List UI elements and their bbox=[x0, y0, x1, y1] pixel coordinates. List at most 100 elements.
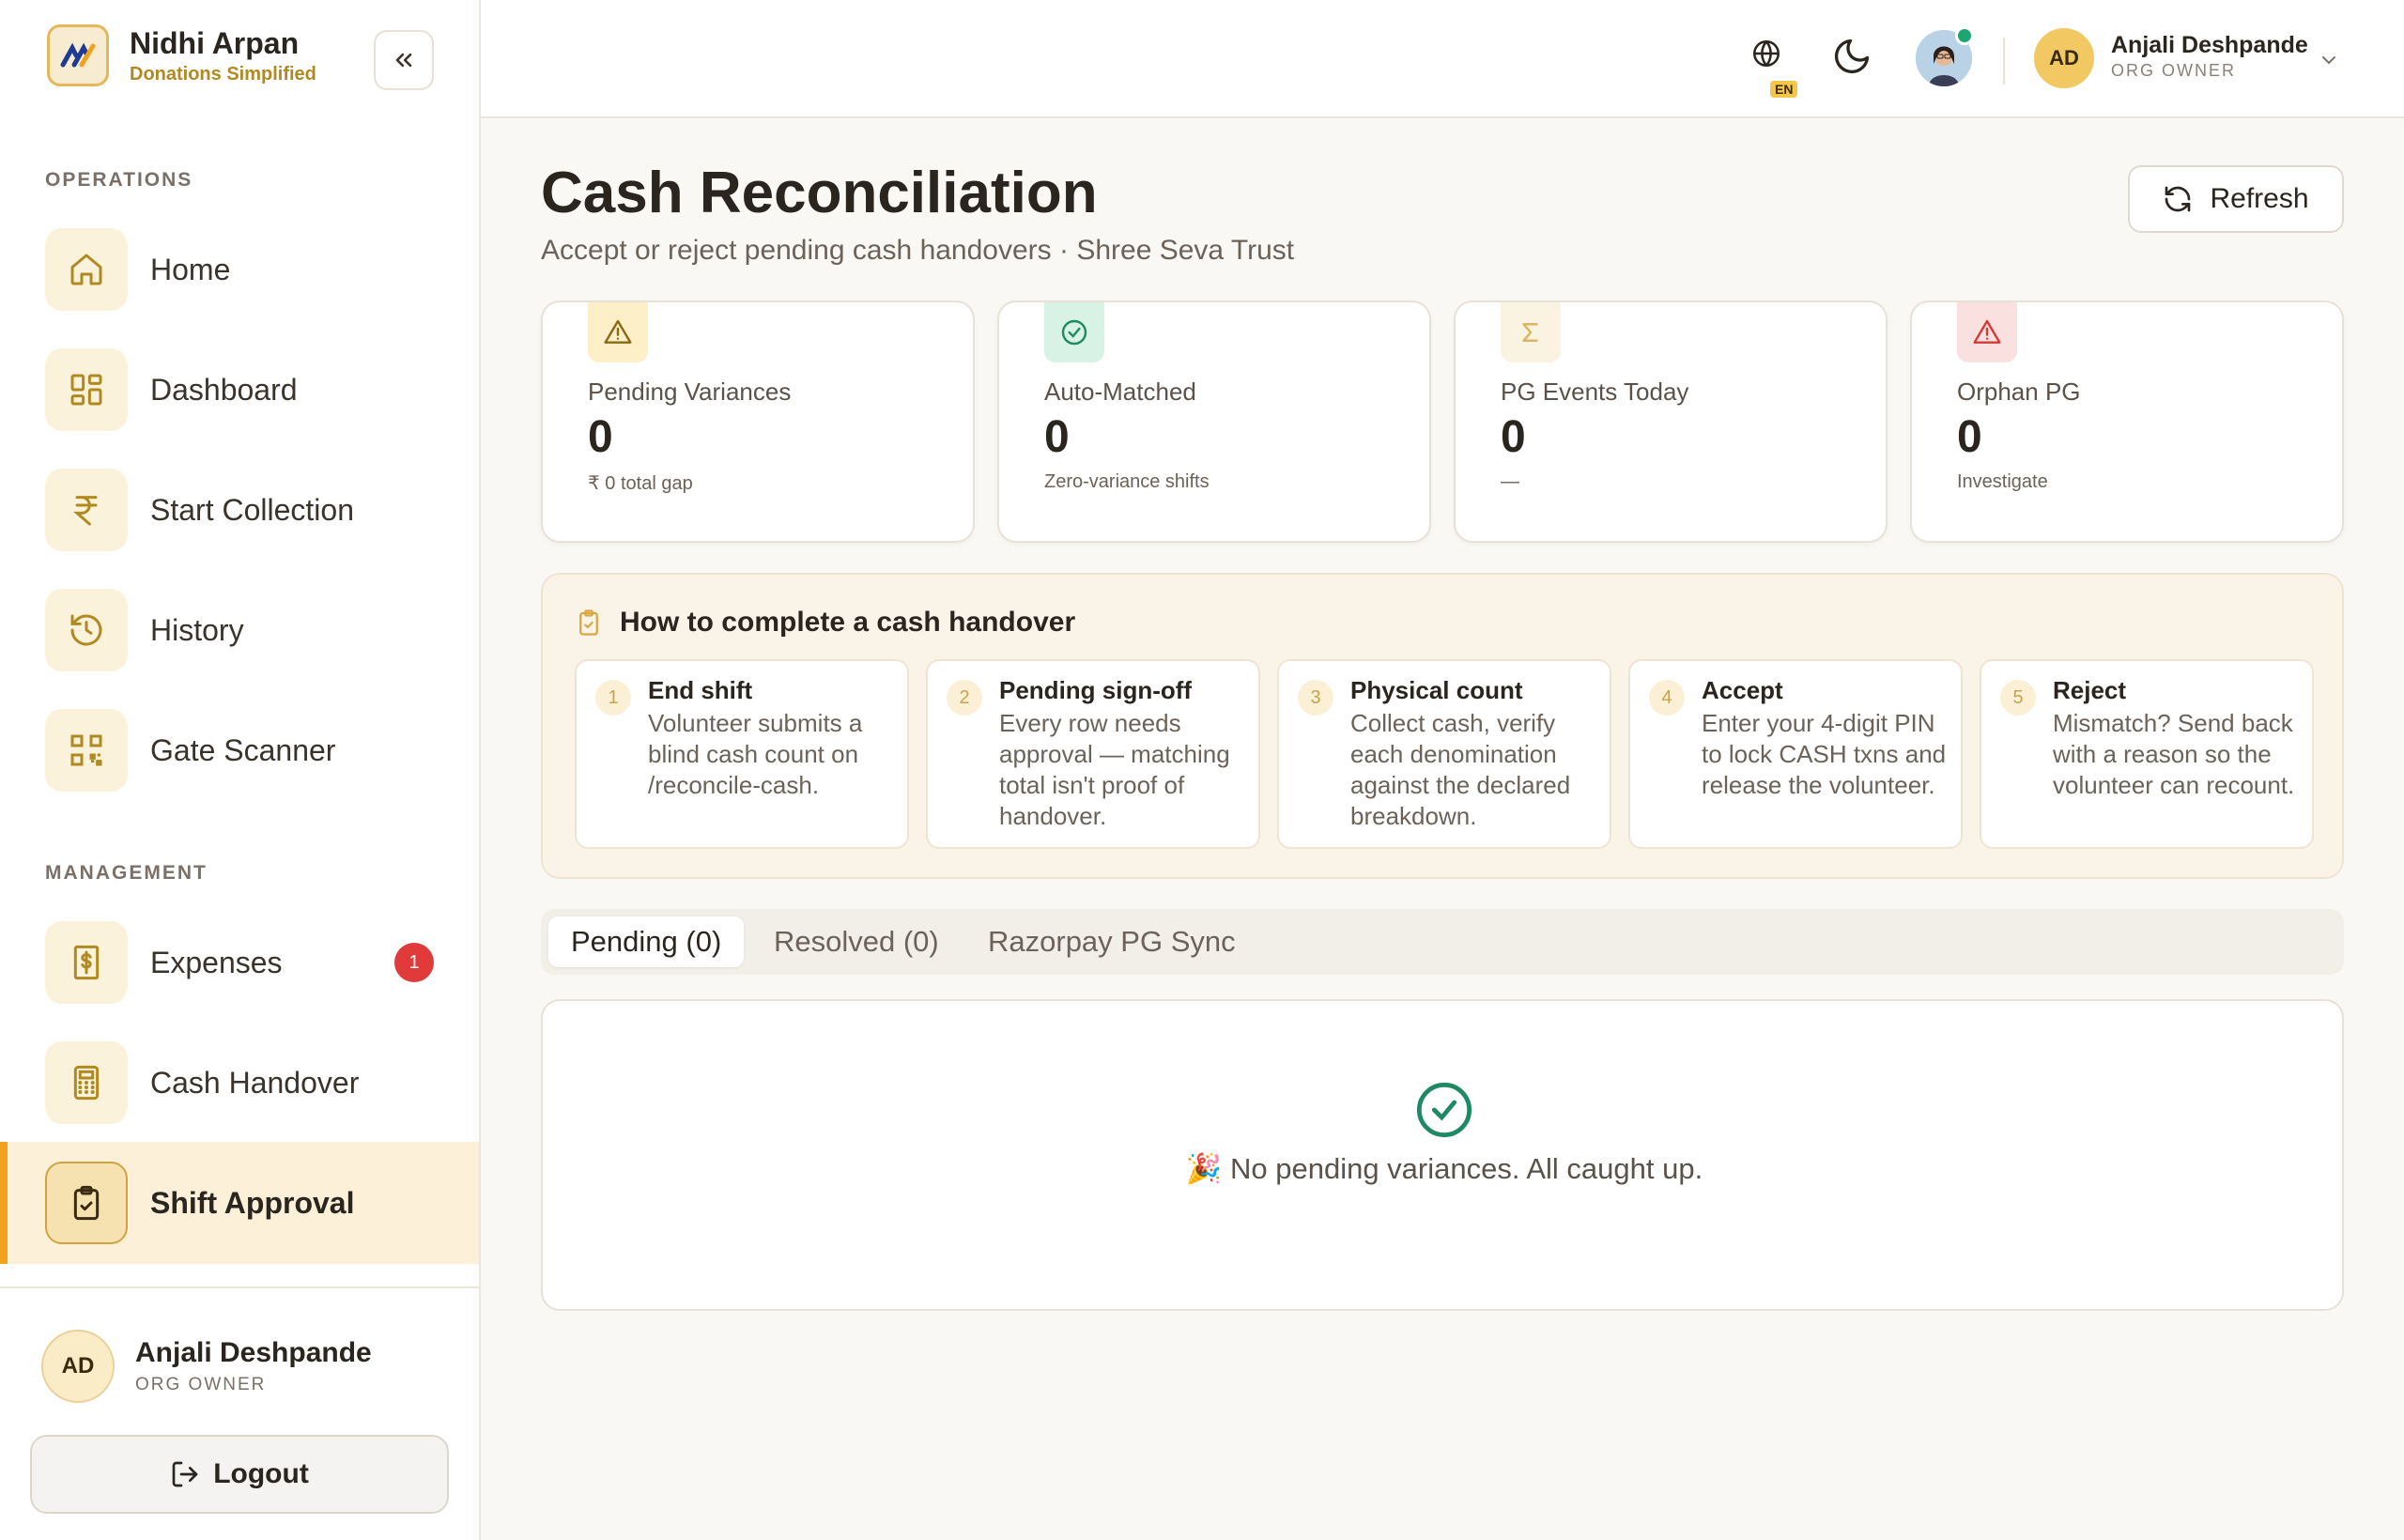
tab-resolved[interactable]: Resolved (0) bbox=[774, 916, 939, 967]
tab-pending[interactable]: Pending (0) bbox=[548, 916, 745, 967]
howto-step: 1 End shift Volunteer submits a blind ca… bbox=[575, 659, 909, 849]
stat-note: ₹ 0 total gap bbox=[588, 473, 693, 494]
step-number: 3 bbox=[1298, 680, 1333, 716]
sidebar-item-label: Home bbox=[150, 252, 231, 286]
sidebar-user-role: ORG OWNER bbox=[135, 1375, 267, 1394]
step-title: Accept bbox=[1702, 676, 1783, 704]
brand[interactable]: Nidhi Arpan Donations Simplified bbox=[47, 24, 316, 86]
sidebar-item-start-collection[interactable]: Start Collection bbox=[0, 449, 479, 571]
check-circle-icon bbox=[1044, 302, 1104, 362]
brand-logo-icon bbox=[47, 24, 109, 86]
stat-card-pending-variances: Pending Variances 0 ₹ 0 total gap bbox=[541, 300, 975, 543]
tab-razorpay-pg-sync[interactable]: Razorpay PG Sync bbox=[988, 916, 1236, 967]
home-icon bbox=[45, 228, 128, 311]
expenses-count-badge: 1 bbox=[394, 943, 434, 982]
stat-label: Orphan PG bbox=[1957, 377, 2081, 406]
step-title: Pending sign-off bbox=[999, 676, 1193, 704]
active-indicator bbox=[0, 1142, 8, 1264]
refresh-icon bbox=[2165, 186, 2191, 212]
user-menu-chevron[interactable] bbox=[2318, 49, 2340, 76]
user-menu[interactable]: Anjali Deshpande ORG OWNER bbox=[2111, 32, 2308, 81]
step-number: 2 bbox=[947, 680, 982, 716]
howto-step: 5 Reject Mismatch? Send back with a reas… bbox=[1980, 659, 2314, 849]
section-label-management: MANAGEMENT bbox=[45, 862, 208, 884]
logout-label: Logout bbox=[213, 1458, 309, 1489]
page-subtitle: Accept or reject pending cash handovers … bbox=[541, 235, 1295, 266]
stat-label: PG Events Today bbox=[1501, 377, 1689, 406]
language-button[interactable] bbox=[1750, 38, 1782, 74]
sidebar: Nidhi Arpan Donations Simplified OPERATI… bbox=[0, 0, 481, 1540]
tab-bar: Pending (0) Resolved (0) Razorpay PG Syn… bbox=[541, 909, 2344, 975]
receipt-icon bbox=[45, 921, 128, 1004]
page-title: Cash Reconciliation bbox=[541, 161, 1098, 225]
sidebar-item-expenses[interactable]: Expenses 1 bbox=[0, 901, 479, 1024]
empty-state-panel: 🎉 No pending variances. All caught up. bbox=[541, 999, 2344, 1311]
stat-note: Zero-variance shifts bbox=[1044, 471, 1210, 492]
sidebar-item-label: Gate Scanner bbox=[150, 732, 336, 767]
sidebar-item-label: History bbox=[150, 612, 244, 647]
step-number: 1 bbox=[595, 680, 631, 716]
sidebar-item-dashboard[interactable]: Dashboard bbox=[0, 329, 479, 451]
step-title: Reject bbox=[2053, 676, 2127, 704]
online-status-dot bbox=[1955, 26, 1974, 45]
sidebar-item-cash-handover[interactable]: Cash Handover bbox=[0, 1022, 479, 1144]
user-menu-avatar[interactable]: AD bbox=[2034, 28, 2094, 88]
avatar: AD bbox=[41, 1330, 115, 1403]
sidebar-item-shift-approval[interactable]: Shift Approval bbox=[0, 1142, 479, 1264]
sidebar-item-label: Shift Approval bbox=[150, 1185, 355, 1220]
brand-name: Nidhi Arpan bbox=[130, 26, 300, 60]
rupee-icon bbox=[45, 469, 128, 551]
check-circle-icon bbox=[1414, 1080, 1474, 1145]
globe-icon bbox=[1752, 39, 1780, 68]
stat-label: Pending Variances bbox=[588, 377, 792, 406]
step-text: Volunteer submits a blind cash count on … bbox=[648, 709, 863, 799]
stat-value: 0 bbox=[1957, 412, 1982, 462]
clipboard-check-icon bbox=[579, 609, 598, 636]
step-number: 5 bbox=[2000, 680, 2036, 716]
howto-panel: How to complete a cash handover 1 End sh… bbox=[541, 573, 2344, 879]
user-name: Anjali Deshpande bbox=[2111, 32, 2308, 58]
howto-step: 4 Accept Enter your 4-digit PIN to lock … bbox=[1628, 659, 1963, 849]
howto-step: 3 Physical count Collect cash, verify ea… bbox=[1277, 659, 1611, 849]
step-text: Mismatch? Send back with a reason so the… bbox=[2053, 709, 2295, 799]
howto-step: 2 Pending sign-off Every row needs appro… bbox=[926, 659, 1260, 849]
sidebar-item-label: Cash Handover bbox=[150, 1065, 360, 1100]
stat-note: Investigate bbox=[1957, 471, 2048, 492]
refresh-button[interactable]: Refresh bbox=[2128, 165, 2344, 233]
step-title: End shift bbox=[648, 676, 753, 704]
stat-value: 0 bbox=[1501, 412, 1526, 462]
chevrons-left-icon bbox=[395, 53, 412, 68]
step-text: Collect cash, verify each denomination a… bbox=[1350, 709, 1571, 830]
chevron-down-icon bbox=[2322, 56, 2335, 65]
sidebar-item-gate-scanner[interactable]: Gate Scanner bbox=[0, 689, 479, 811]
theme-toggle-button[interactable] bbox=[1831, 36, 1872, 82]
dashboard-icon bbox=[45, 348, 128, 431]
stat-note: — bbox=[1501, 471, 1519, 492]
stat-label: Auto-Matched bbox=[1044, 377, 1196, 406]
sidebar-footer: AD Anjali Deshpande ORG OWNER Logout bbox=[0, 1286, 479, 1540]
alert-icon bbox=[1957, 302, 2017, 362]
step-text: Every row needs approval — matching tota… bbox=[999, 709, 1230, 830]
sidebar-item-label: Expenses bbox=[150, 945, 283, 979]
clipboard-check-icon bbox=[45, 1162, 128, 1244]
refresh-label: Refresh bbox=[2210, 183, 2309, 214]
collapse-sidebar-button[interactable] bbox=[374, 30, 434, 90]
qr-icon bbox=[45, 709, 128, 792]
moon-icon bbox=[1834, 38, 1870, 74]
stat-value: 0 bbox=[588, 412, 613, 462]
sidebar-item-history[interactable]: History bbox=[0, 569, 479, 691]
stat-card-pg-events-today: PG Events Today 0 — bbox=[1454, 300, 1888, 543]
section-label-operations: OPERATIONS bbox=[45, 169, 193, 191]
logout-icon bbox=[172, 1461, 198, 1487]
sidebar-item-home[interactable]: Home bbox=[0, 208, 479, 331]
step-text: Enter your 4-digit PIN to lock CASH txns… bbox=[1702, 709, 1947, 799]
sigma-icon bbox=[1501, 302, 1561, 362]
stat-card-auto-matched: Auto-Matched 0 Zero-variance shifts bbox=[997, 300, 1431, 543]
logout-button[interactable]: Logout bbox=[30, 1435, 449, 1514]
language-badge: EN bbox=[1770, 81, 1798, 98]
warning-icon bbox=[588, 302, 648, 362]
sidebar-user-name: Anjali Deshpande bbox=[135, 1337, 372, 1368]
history-icon bbox=[45, 589, 128, 671]
step-title: Physical count bbox=[1350, 676, 1523, 704]
stat-value: 0 bbox=[1044, 412, 1070, 462]
